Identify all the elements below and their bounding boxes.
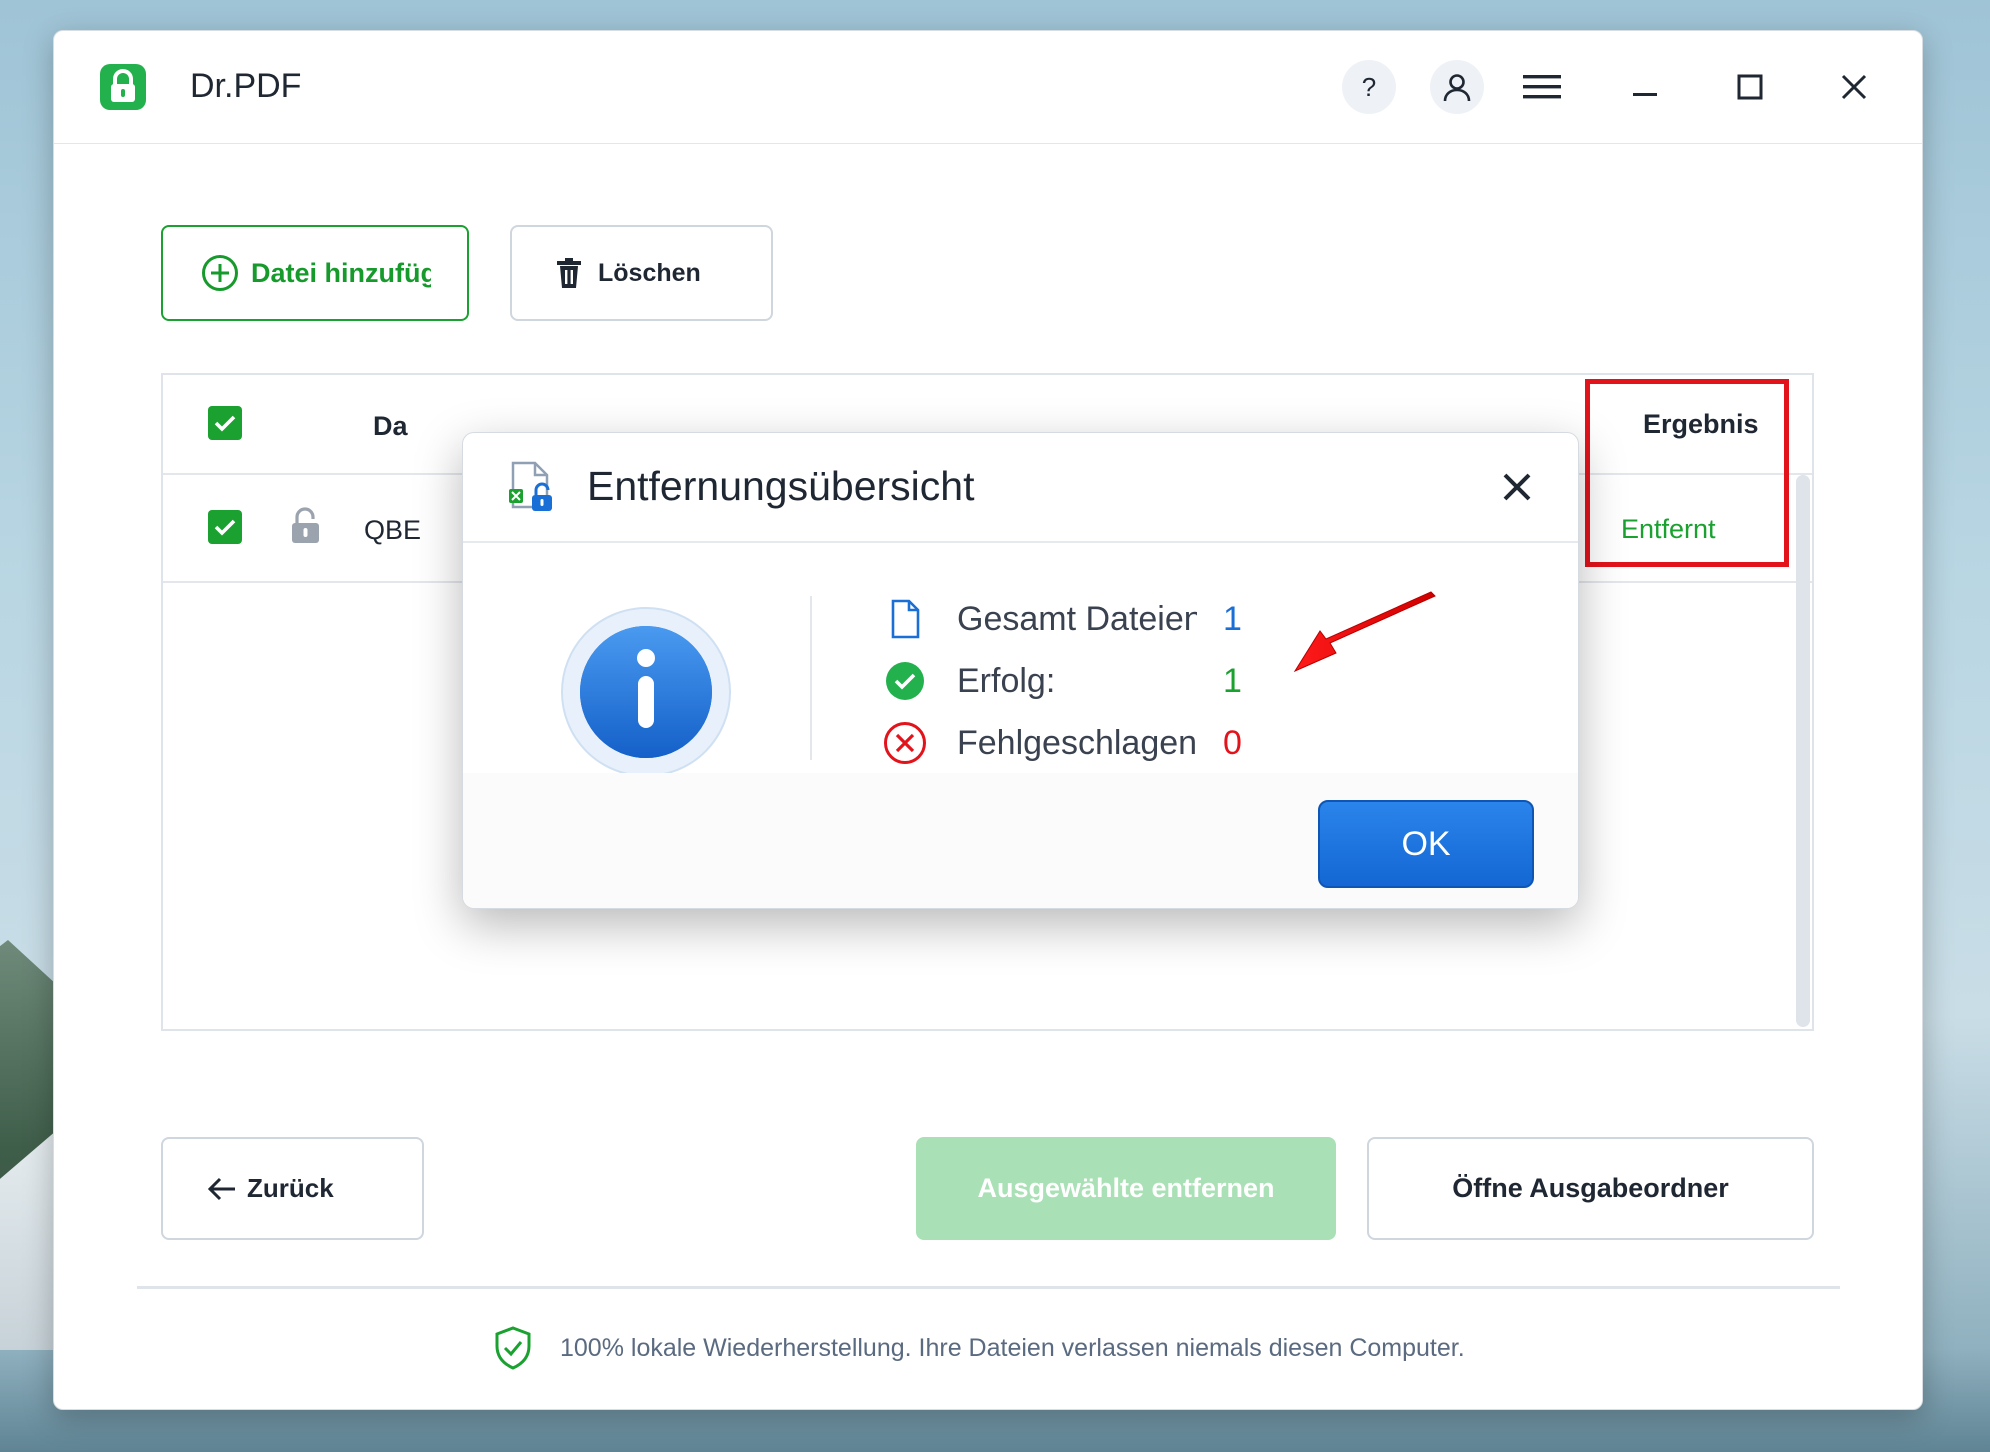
back-button[interactable]: Zurück (161, 1137, 424, 1240)
success-check-icon (881, 657, 929, 705)
remove-selected-label: Ausgewählte entfernen (977, 1173, 1275, 1203)
arrow-left-icon (207, 1177, 235, 1200)
table-scrollbar[interactable] (1796, 475, 1810, 1027)
help-icon[interactable]: ? (1342, 60, 1396, 114)
title-bar: Dr.PDF ? (54, 31, 1922, 144)
close-icon[interactable] (1827, 60, 1881, 114)
user-icon[interactable] (1430, 60, 1484, 114)
document-unlock-icon (507, 461, 555, 518)
shield-check-icon (495, 1326, 531, 1370)
select-all-checkbox[interactable] (208, 406, 242, 440)
trash-icon (557, 258, 581, 288)
check-icon (214, 519, 236, 536)
file-icon (881, 595, 929, 643)
dialog-divider (810, 596, 812, 760)
plus-circle-icon (202, 255, 238, 291)
maximize-icon[interactable] (1723, 60, 1777, 114)
stat-total-files: Gesamt Dateien 1 (881, 594, 1242, 644)
minimize-icon[interactable] (1618, 60, 1672, 114)
back-label: Zurück (247, 1173, 334, 1203)
stat-success: Erfolg: 1 (881, 656, 1242, 706)
stat-label: Gesamt Dateien (957, 599, 1197, 638)
stat-failed: Fehlgeschlagen 0 (881, 718, 1242, 768)
app-title: Dr.PDF (190, 67, 302, 105)
stat-label: Fehlgeschlagen (957, 723, 1197, 762)
file-result: Entfernt (1621, 514, 1716, 544)
info-icon (560, 606, 732, 783)
svg-text:?: ? (1362, 72, 1376, 102)
add-file-label: Datei hinzufüg (251, 257, 431, 288)
footer-text: 100% lokale Wiederherstellung. Ihre Date… (560, 1333, 1465, 1362)
stat-value: 0 (1223, 723, 1242, 762)
open-output-folder-button[interactable]: Öffne Ausgabeordner (1367, 1137, 1814, 1240)
delete-button[interactable]: Löschen (510, 225, 773, 321)
column-header-name: Da (373, 411, 408, 441)
footer: 100% lokale Wiederherstellung. Ihre Date… (494, 1326, 1465, 1370)
delete-label: Löschen (598, 258, 701, 287)
row-checkbox[interactable] (208, 510, 242, 544)
ok-label: OK (1401, 824, 1451, 863)
stat-value: 1 (1223, 661, 1242, 700)
stat-value: 1 (1223, 599, 1242, 638)
footer-divider (137, 1286, 1840, 1289)
lock-icon (100, 64, 146, 110)
open-output-folder-label: Öffne Ausgabeordner (1452, 1173, 1729, 1203)
dialog-title: Entfernungsübersicht (587, 463, 975, 509)
close-icon[interactable] (1495, 465, 1539, 509)
file-name: QBE (364, 515, 422, 545)
stat-label: Erfolg: (957, 661, 1056, 700)
column-header-result: Ergebnis (1643, 409, 1759, 439)
remove-selected-button[interactable]: Ausgewählte entfernen (916, 1137, 1336, 1240)
add-file-button[interactable]: Datei hinzufüg (161, 225, 469, 321)
unlock-icon (288, 505, 324, 550)
hamburger-menu-icon[interactable] (1515, 60, 1569, 114)
app-window: Dr.PDF ? Datei hinzufüg Löschen Da Ergeb… (53, 30, 1923, 1410)
red-arrow-annotation (1290, 591, 1440, 681)
check-icon (214, 415, 236, 432)
ok-button[interactable]: OK (1318, 800, 1534, 888)
dialog-header: Entfernungsübersicht (463, 433, 1578, 543)
error-x-icon (881, 719, 929, 767)
